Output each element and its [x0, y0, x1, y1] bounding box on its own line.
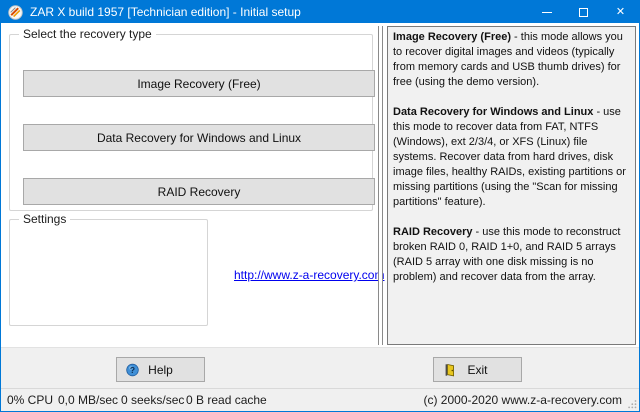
data-recovery-description: Data Recovery for Windows and Linux - us… — [393, 106, 626, 208]
maximize-button[interactable] — [565, 1, 602, 23]
exit-label: Exit — [467, 362, 488, 377]
svg-text:?: ? — [130, 364, 135, 374]
image-recovery-description: Image Recovery (Free) - this mode allows… — [393, 31, 623, 88]
exit-button[interactable]: Exit — [433, 357, 522, 382]
raid-recovery-button[interactable]: RAID Recovery — [23, 178, 375, 205]
raid-recovery-description: RAID Recovery - use this mode to reconst… — [393, 226, 621, 283]
raid-recovery-label: RAID Recovery — [157, 184, 241, 199]
close-button[interactable]: ✕ — [602, 1, 639, 23]
mode-description-panel: Image Recovery (Free) - this mode allows… — [387, 26, 636, 345]
minimize-button[interactable] — [528, 1, 565, 23]
window-controls: ✕ — [528, 1, 639, 23]
status-bar: 0% CPU 0,0 MB/sec 0 seeks/sec 0 B read c… — [1, 388, 639, 411]
help-icon: ? — [126, 363, 139, 376]
close-icon: ✕ — [615, 5, 626, 18]
settings-group: Settings Advanced configuration Open sav… — [9, 212, 208, 326]
title-bar[interactable]: ZAR X build 1957 [Technician edition] - … — [1, 1, 639, 23]
app-logo-icon[interactable] — [8, 4, 23, 20]
help-label: Help — [148, 362, 173, 377]
help-button[interactable]: ? Help — [116, 357, 205, 382]
window-title: ZAR X build 1957 [Technician edition] - … — [30, 5, 301, 19]
data-recovery-button[interactable]: Data Recovery for Windows and Linux — [23, 124, 375, 151]
data-recovery-label: Data Recovery for Windows and Linux — [96, 130, 302, 145]
recovery-group-label: Select the recovery type — [19, 27, 156, 41]
status-cpu: 0% CPU — [7, 393, 54, 407]
website-link[interactable]: http://www.z-a-recovery.com — [234, 268, 384, 282]
resize-grip-icon[interactable] — [627, 399, 637, 409]
zar-main-window: ZAR X build 1957 [Technician edition] - … — [0, 0, 640, 412]
settings-group-label: Settings — [19, 212, 71, 226]
exit-door-icon — [445, 363, 454, 376]
image-recovery-button[interactable]: Image Recovery (Free) — [23, 70, 375, 97]
status-throughput: 0,0 MB/sec — [58, 393, 119, 407]
status-seeks: 0 seeks/sec — [121, 393, 185, 407]
workspace: Select the recovery type Image Recovery … — [1, 23, 639, 348]
pane-splitter[interactable] — [378, 26, 383, 345]
status-read-cache: 0 B read cache — [186, 393, 267, 407]
image-recovery-label: Image Recovery (Free) — [137, 76, 261, 91]
recovery-type-group: Select the recovery type Image Recovery … — [9, 27, 375, 211]
maximize-icon — [579, 7, 588, 17]
status-copyright: (c) 2000-2020 www.z-a-recovery.com — [423, 393, 622, 407]
minimize-icon — [541, 11, 552, 13]
